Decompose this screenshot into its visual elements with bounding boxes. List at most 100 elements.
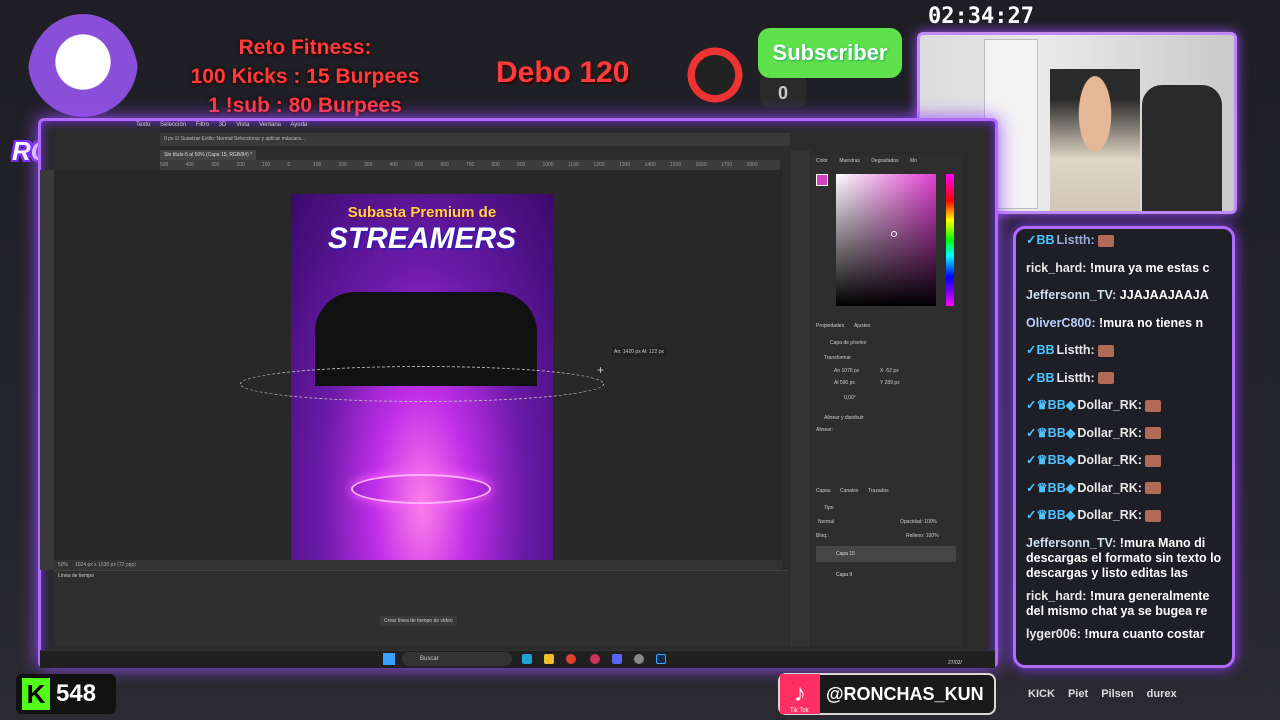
chat-message: Jeffersonn_TV: !mura Mano di descargas e…	[1026, 535, 1222, 580]
ps-options-bar[interactable]: 0 px ☑ Suavizar Estilo: Normal Seleccion…	[160, 133, 790, 146]
windows-taskbar	[40, 650, 995, 668]
chat-message: ✓♛BB◆ Dollar_RK:	[1026, 398, 1226, 413]
timeline-panel	[54, 570, 788, 646]
ruler-tick: 200	[236, 162, 245, 168]
tab-muestras[interactable]: Muestras	[839, 158, 860, 164]
windows-start-icon[interactable]	[383, 653, 395, 665]
chrome-icon[interactable]	[566, 654, 576, 664]
tab-degradados[interactable]: Degradados	[871, 158, 898, 164]
fitness-title: Reto Fitness:	[238, 36, 372, 59]
color-picker-field[interactable]	[836, 174, 936, 306]
props-height[interactable]: Al 590 px	[834, 380, 855, 386]
ruler-tick: 300	[211, 162, 220, 168]
fitness-line-2: 1 !sub : 80 Burpees	[208, 94, 402, 117]
chat-username: Listth:	[1056, 343, 1095, 357]
menu-item-filtro[interactable]: Filtro	[196, 122, 209, 128]
menu-item-ventana[interactable]: Ventana	[259, 122, 281, 128]
create-video-timeline-button[interactable]: Crear línea de tiempo de vídeo	[380, 616, 457, 626]
ruler-tick: 1800	[746, 162, 758, 168]
kick-count: 548	[56, 680, 97, 707]
blend-mode-select[interactable]: Normal	[818, 519, 834, 525]
menu-item-seleccion[interactable]: Selección	[160, 122, 186, 128]
tiktok-label: Tik Tok	[790, 708, 809, 714]
tab-ajustes[interactable]: Ajustes	[854, 323, 870, 329]
app-icon[interactable]	[590, 654, 600, 664]
menu-item-texto[interactable]: Texto	[136, 122, 150, 128]
mascot-logo	[28, 14, 138, 134]
subscriber-label: Subscriber	[758, 28, 902, 78]
ruler-tick: 800	[491, 162, 500, 168]
opacity-field[interactable]: Opacidad: 100%	[900, 519, 937, 525]
taskbar-date: 27/02/	[948, 660, 962, 666]
ruler-tick: 600	[440, 162, 449, 168]
chat-username: rick_hard:	[1026, 260, 1087, 275]
foreground-swatch[interactable]	[816, 174, 828, 186]
emote-icon	[1145, 454, 1162, 467]
tab-more[interactable]: Mo	[910, 158, 917, 164]
layer-row[interactable]: Capa 9	[816, 567, 956, 583]
fill-field[interactable]: Relleno: 100%	[906, 533, 939, 539]
ruler-tick: 0	[287, 162, 291, 168]
ruler-tick: 1200	[593, 162, 605, 168]
taskbar-search[interactable]: Buscar	[402, 652, 512, 666]
chat-username: Listth:	[1056, 233, 1095, 247]
tools-panel[interactable]	[40, 170, 54, 570]
emote-icon	[1098, 372, 1115, 385]
ruler-tick: 1400	[644, 162, 656, 168]
tab-propiedades[interactable]: Propiedades	[816, 323, 844, 329]
tab-canales[interactable]: Canales	[840, 488, 858, 494]
ruler-tick: 400	[185, 162, 194, 168]
emote-icon	[1098, 344, 1115, 357]
document-tab[interactable]: Sin título-5 al 50% (Capa 15, RGB/8#) *	[160, 150, 257, 160]
stream-timer: 02:34:27	[928, 4, 1034, 29]
ruler-tick: 1300	[619, 162, 631, 168]
chat-message: lyger006: !mura cuanto costar	[1026, 626, 1205, 641]
ruler-tick: 500	[160, 162, 169, 168]
layers-panel	[812, 485, 962, 646]
emote-icon	[1098, 234, 1115, 247]
chat-message: ✓BB Listth:	[1026, 371, 1226, 386]
chat-message: OliverC800: !mura no tienes n	[1026, 315, 1204, 330]
menu-item-vista[interactable]: Vista	[236, 122, 249, 128]
props-angle[interactable]: 0,00°	[844, 395, 856, 401]
ruler-tick: 200	[338, 162, 347, 168]
ruler-tick: 900	[517, 162, 526, 168]
ruler-tick: 500	[415, 162, 424, 168]
props-x[interactable]: X -52 px	[880, 368, 899, 374]
discord-icon[interactable]	[612, 654, 622, 664]
picker-cursor	[891, 231, 897, 237]
mascot-icon	[680, 40, 750, 110]
chat-message: ✓♛BB◆ Dollar_RK:	[1026, 481, 1226, 496]
chat-username: rick_hard:	[1026, 588, 1087, 603]
artboard-title-2: STREAMERS	[327, 222, 517, 255]
portal-glow	[351, 474, 491, 504]
props-width[interactable]: An 1076 px	[834, 368, 859, 374]
elliptical-selection[interactable]	[240, 366, 604, 402]
props-y[interactable]: Y 289 px	[880, 380, 900, 386]
folder-icon[interactable]	[544, 654, 554, 664]
props-layer-type: Capa de píxeles	[830, 340, 867, 346]
chat-username: lyger006:	[1026, 626, 1081, 641]
photoshop-icon[interactable]	[656, 654, 666, 664]
panel-icons-strip[interactable]	[790, 150, 810, 646]
chat-message: rick_hard: !mura generalmente del mismo …	[1026, 588, 1210, 618]
hue-slider[interactable]	[946, 174, 954, 306]
horizontal-ruler: 500 400 300 200 100 0 100 200 300 400 500 600 700 800…	[160, 160, 780, 170]
menu-item-3d[interactable]: 3D	[219, 122, 227, 128]
tab-capas[interactable]: Capas	[816, 488, 830, 494]
edge-icon[interactable]	[522, 654, 532, 664]
subscriber-count: 0	[760, 78, 806, 108]
settings-icon[interactable]	[634, 654, 644, 664]
menu-item-ayuda[interactable]: Ayuda	[290, 122, 307, 128]
chat-username: Dollar_RK:	[1077, 453, 1142, 467]
ruler-tick: 1500	[670, 162, 682, 168]
layer-row[interactable]: Capa 15	[816, 546, 956, 562]
emote-icon	[1145, 427, 1162, 440]
tab-color[interactable]: Color	[816, 158, 828, 164]
layers-filter-kind[interactable]: Tipo	[824, 505, 834, 511]
ruler-tick: 300	[364, 162, 373, 168]
chat-username: Listth:	[1056, 370, 1095, 385]
tab-trazados[interactable]: Trazados	[868, 488, 889, 494]
sponsor-kick: KICK	[1028, 688, 1055, 700]
chat-username: Dollar_RK:	[1077, 508, 1142, 522]
